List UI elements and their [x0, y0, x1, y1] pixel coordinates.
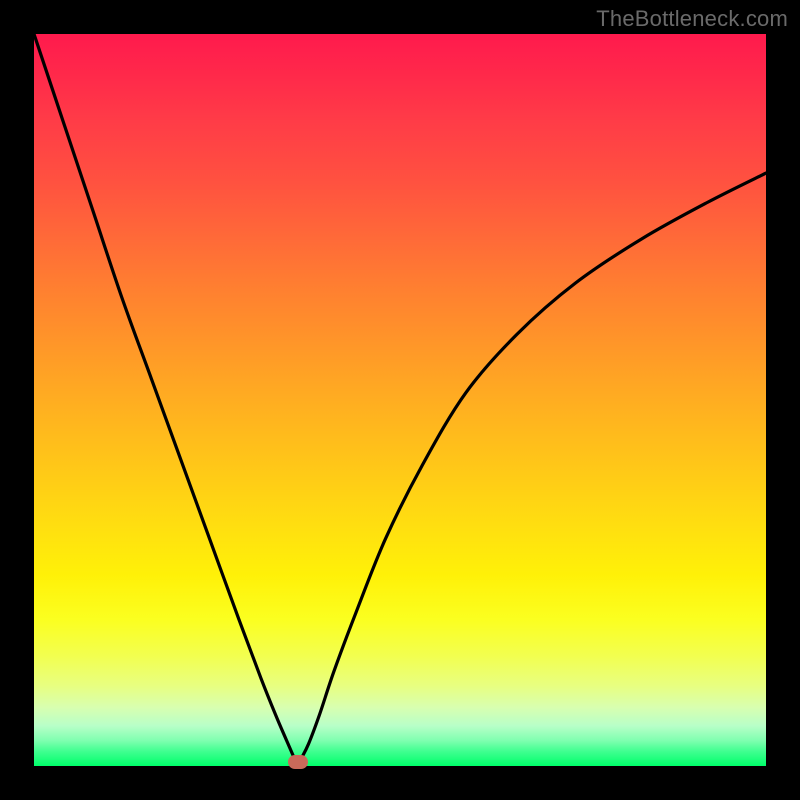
- watermark-text: TheBottleneck.com: [596, 6, 788, 32]
- optimal-point-marker: [288, 755, 308, 769]
- bottleneck-curve: [34, 34, 766, 766]
- plot-area: [34, 34, 766, 766]
- chart-frame: TheBottleneck.com: [0, 0, 800, 800]
